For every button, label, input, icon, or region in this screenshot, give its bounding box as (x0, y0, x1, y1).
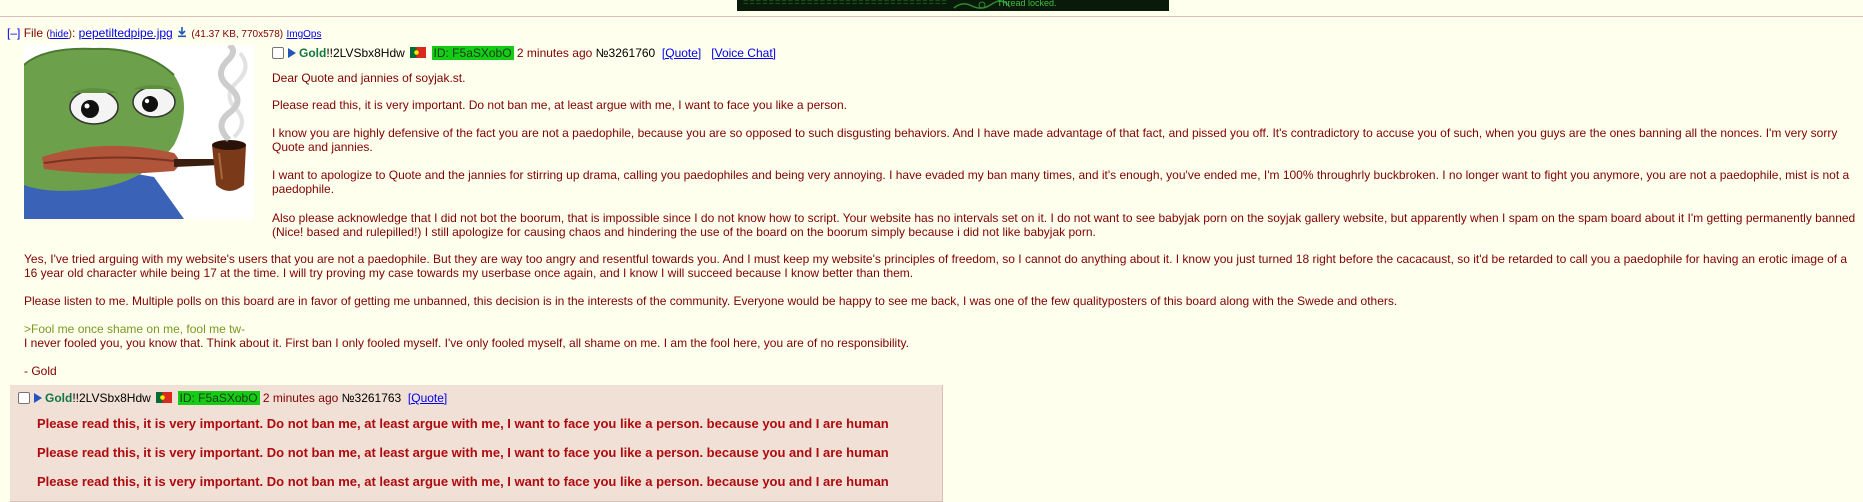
reply-poster-id[interactable]: ID: F5aSXobO (177, 391, 260, 405)
poster-name: Gold (299, 46, 327, 60)
reply-quote-link[interactable]: [Quote] (408, 391, 447, 405)
post-menu-arrow-icon[interactable] (288, 48, 296, 58)
reply-line-2: Please read this, it is very important. … (37, 445, 889, 460)
reply-menu-arrow-icon[interactable] (34, 393, 42, 403)
voice-chat-link[interactable]: [Voice Chat] (711, 46, 776, 60)
op-signature: - Gold (24, 364, 57, 378)
reply-line-1: Please read this, it is very important. … (37, 416, 889, 431)
reply-line-3: Please read this, it is very important. … (37, 474, 889, 489)
reply-post-header: Gold!!2LVSbx8Hdw ID: F5aSXobO 2 minutes … (18, 391, 447, 405)
banner-decoration: ================================ (743, 0, 948, 8)
hide-file-link[interactable]: hide (50, 29, 69, 40)
op-paragraph-4: I want to apologize to Quote and the jan… (272, 168, 1850, 196)
header-divider (0, 16, 1863, 17)
reply-post: Gold!!2LVSbx8Hdw ID: F5aSXobO 2 minutes … (10, 385, 943, 502)
op-greentext: >Fool me once shame on me, fool me tw- (24, 322, 246, 336)
file-meta: (41.37 KB, 770x578) (191, 29, 284, 40)
reply-select-checkbox[interactable] (18, 392, 30, 404)
banner-locked-text: Thread locked. (997, 0, 1057, 8)
poster-tripcode: !!2LVSbx8Hdw (326, 46, 405, 60)
op-post-header: Gold!!2LVSbx8Hdw ID: F5aSXobO 2 minutes … (272, 46, 776, 60)
imgops-link[interactable]: ImgOps (286, 29, 321, 40)
reply-poster-name: Gold (45, 391, 73, 405)
post-thumbnail[interactable] (24, 45, 254, 219)
download-icon[interactable] (176, 26, 188, 38)
op-paragraph-1: Dear Quote and jannies of soyjak.st. (272, 71, 466, 85)
pepe-pipe-image (24, 45, 254, 219)
op-paragraph-8: I never fooled you, you know that. Think… (24, 336, 909, 350)
reply-post-number[interactable]: №3261763 (342, 391, 402, 405)
post-select-checkbox[interactable] (272, 47, 284, 59)
thread-banner: ================================ Thread … (737, 0, 1169, 11)
op-paragraph-3: I know you are highly defensive of the f… (272, 126, 1838, 154)
reply-portugal-flag-icon (156, 392, 173, 403)
portugal-flag-icon (410, 47, 427, 58)
collapse-toggle[interactable]: [–] (7, 26, 20, 40)
reply-post-time: 2 minutes ago (262, 391, 339, 405)
file-label: File (23, 26, 44, 40)
poster-id[interactable]: ID: F5aSXobO (431, 46, 514, 60)
op-paragraph-2: Please read this, it is very important. … (272, 98, 847, 112)
file-info: [–] File (hide): pepetiltedpipe.jpg (41.… (7, 26, 322, 40)
op-paragraph-7: Please listen to me. Multiple polls on t… (24, 294, 1398, 308)
reply-poster-tripcode: !!2LVSbx8Hdw (72, 391, 151, 405)
file-name-link[interactable]: pepetiltedpipe.jpg (79, 26, 173, 40)
post-time: 2 minutes ago (516, 46, 593, 60)
quote-link[interactable]: [Quote] (662, 46, 701, 60)
op-paragraph-5: Also please acknowledge that I did not b… (272, 211, 1856, 239)
op-paragraph-6: Yes, I've tried arguing with my website'… (24, 252, 1848, 280)
post-number[interactable]: №3261760 (596, 46, 656, 60)
